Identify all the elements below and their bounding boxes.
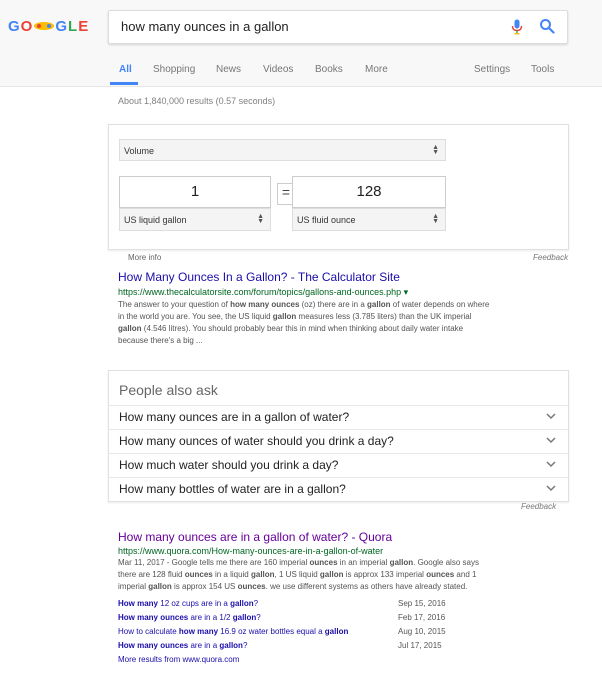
search-result: How many ounces are in a gallon of water… <box>118 530 558 593</box>
microphone-icon[interactable] <box>511 19 523 35</box>
result-title-link[interactable]: How many ounces are in a gallon of water… <box>118 530 558 544</box>
more-results-link[interactable]: More results from www.quora.com <box>118 655 478 664</box>
logo-letter-g: G <box>8 18 21 35</box>
tab-tools[interactable]: Tools <box>531 64 554 75</box>
chevron-down-icon[interactable] <box>546 413 556 420</box>
paa-question-row[interactable]: How many ounces are in a gallon of water… <box>109 405 568 430</box>
sitelink[interactable]: How many 12 oz cups are in a gallon? <box>118 599 258 608</box>
logo-letter-e: E <box>78 18 90 35</box>
logo-letter-o: O <box>20 18 34 35</box>
category-select-value: Volume <box>124 146 155 156</box>
sitelink-row: How many ounces are in a 1/2 gallon? Feb… <box>118 613 478 627</box>
url-dropdown-arrow-icon[interactable]: ▾ <box>404 287 409 297</box>
paa-question: How many bottles of water are in a gallo… <box>119 482 346 496</box>
paa-question: How many ounces of water should you drin… <box>119 434 394 448</box>
result-stats: About 1,840,000 results (0.57 seconds) <box>118 96 276 106</box>
result-snippet: Mar 11, 2017 - Google tells me there are… <box>118 557 558 593</box>
converter-feedback-link[interactable]: Feedback <box>533 253 568 262</box>
tab-shopping[interactable]: Shopping <box>153 64 195 75</box>
tab-more[interactable]: More <box>365 64 388 75</box>
snippet-line: gallon (4.546 litres). You should probab… <box>118 324 464 333</box>
sitelinks: How many 12 oz cups are in a gallon? Sep… <box>118 599 478 664</box>
sitelink-row: How to calculate how many 16.9 oz water … <box>118 627 478 641</box>
sitelink-date: Feb 17, 2016 <box>398 613 446 622</box>
left-unit-value: US liquid gallon <box>124 215 187 225</box>
sitelink[interactable]: How many ounces are in a 1/2 gallon? <box>118 613 261 622</box>
result-url: https://www.quora.com/How-many-ounces-ar… <box>118 546 384 556</box>
tab-settings[interactable]: Settings <box>474 64 510 75</box>
snippet-line: The answer to your question of how many … <box>118 300 490 309</box>
tab-videos[interactable]: Videos <box>263 64 293 75</box>
search-input[interactable] <box>119 18 493 35</box>
right-unit-select[interactable]: US fluid ounce ▲ ▼ <box>292 208 446 231</box>
snippet-line: Mar 11, 2017 - Google tells me there are… <box>118 558 479 567</box>
result-title-link[interactable]: How Many Ounces In a Gallon? - The Calcu… <box>118 270 558 284</box>
paa-question: How many ounces are in a gallon of water… <box>119 410 350 424</box>
chevron-down-icon[interactable] <box>546 437 556 444</box>
tab-all[interactable]: All <box>119 64 132 75</box>
sitelink-row: How many ounces are in a gallon? Jul 17,… <box>118 641 478 655</box>
paa-question-row[interactable]: How much water should you drink a day? <box>109 453 568 478</box>
sitelink-date: Jul 17, 2015 <box>398 641 442 650</box>
result-url: https://www.thecalculatorsite.com/forum/… <box>118 287 558 298</box>
result-snippet: The answer to your question of how many … <box>118 299 558 347</box>
logo-letter-g2: G <box>55 18 69 35</box>
paa-question-row[interactable]: How many bottles of water are in a gallo… <box>109 477 568 502</box>
snippet-line: in the world you are. You see, the US li… <box>118 312 472 321</box>
people-also-ask-box: People also ask How many ounces are in a… <box>108 370 569 502</box>
snippet-line: imperial gallon is approx 154 US ounces.… <box>118 582 468 591</box>
sitelink-date: Sep 15, 2016 <box>398 599 446 608</box>
search-icon[interactable] <box>539 18 555 34</box>
left-unit-select[interactable]: US liquid gallon ▲ ▼ <box>119 208 271 231</box>
sitelink[interactable]: How to calculate how many 16.9 oz water … <box>118 627 348 636</box>
snippet-line: because there's a big ... <box>118 336 203 345</box>
search-tabs: All Shopping News Videos Books More Sett… <box>0 56 602 86</box>
category-select[interactable]: Volume ▲ ▼ <box>119 139 446 161</box>
result-url-text: https://www.thecalculatorsite.com/forum/… <box>118 287 402 297</box>
chevron-down-icon[interactable] <box>546 461 556 468</box>
header: GOGLE All Shopping News Videos Books Mor… <box>0 0 602 87</box>
select-arrows-icon: ▲ ▼ <box>257 213 264 225</box>
paa-feedback-link[interactable]: Feedback <box>521 502 556 511</box>
doodle-icon <box>34 22 55 30</box>
chevron-down-icon[interactable] <box>546 485 556 492</box>
people-also-ask-title: People also ask <box>119 382 218 398</box>
search-box[interactable] <box>108 10 568 44</box>
unit-converter-card: Volume ▲ ▼ 1 = 128 US liquid gallon ▲ ▼ US… <box>108 124 569 250</box>
sitelink[interactable]: How many ounces are in a gallon? <box>118 641 247 650</box>
snippet-line: there are 128 fluid ounces in a liquid g… <box>118 570 477 579</box>
logo-letter-l: L <box>68 18 79 35</box>
tab-books[interactable]: Books <box>315 64 343 75</box>
active-tab-indicator <box>110 82 138 85</box>
more-info-link[interactable]: More info <box>128 253 161 262</box>
search-result: How Many Ounces In a Gallon? - The Calcu… <box>118 270 558 347</box>
select-arrows-icon: ▲ ▼ <box>432 144 439 156</box>
right-value-input[interactable]: 128 <box>292 176 446 208</box>
right-unit-value: US fluid ounce <box>297 215 356 225</box>
sitelink-row: How many 12 oz cups are in a gallon? Sep… <box>118 599 478 613</box>
left-value-input[interactable]: 1 <box>119 176 271 208</box>
paa-question-row[interactable]: How many ounces of water should you drin… <box>109 429 568 454</box>
sitelink-date: Aug 10, 2015 <box>398 627 446 636</box>
paa-question: How much water should you drink a day? <box>119 458 339 472</box>
tab-news[interactable]: News <box>216 64 241 75</box>
google-doodle-logo[interactable]: GO GLE <box>8 18 89 35</box>
select-arrows-icon: ▲ ▼ <box>432 213 439 225</box>
